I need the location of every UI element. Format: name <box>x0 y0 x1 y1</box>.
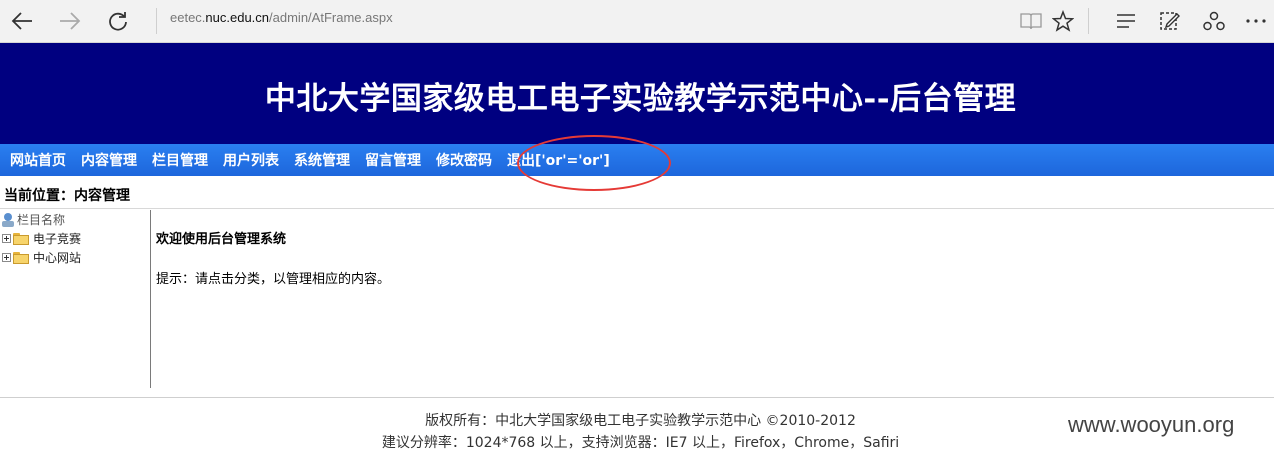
address-host: nuc.edu.cn <box>205 10 270 25</box>
welcome-heading: 欢迎使用后台管理系统 <box>156 232 287 247</box>
tree-item[interactable]: 中心网站 <box>2 248 81 267</box>
menu-content-management[interactable]: 内容管理 <box>81 150 137 170</box>
menu-message-management[interactable]: 留言管理 <box>365 150 421 170</box>
address-bar[interactable]: eetec.nuc.edu.cn/admin/AtFrame.aspx <box>170 10 393 25</box>
reading-view-icon[interactable] <box>1018 9 1044 33</box>
web-note-icon[interactable] <box>1157 9 1183 33</box>
menu-user-list[interactable]: 用户列表 <box>223 150 279 170</box>
toolbar-separator <box>1088 8 1089 34</box>
main-menu-bar: 网站首页 内容管理 栏目管理 用户列表 系统管理 留言管理 修改密码 退出['o… <box>0 144 1274 176</box>
folder-icon <box>13 232 29 245</box>
tree-item-label[interactable]: 电子竞赛 <box>33 230 81 247</box>
tree-item-label[interactable]: 中心网站 <box>33 249 81 266</box>
tree-item[interactable]: 电子竞赛 <box>2 229 81 248</box>
menu-column-management[interactable]: 栏目管理 <box>152 150 208 170</box>
tree-root-icon <box>2 212 14 227</box>
site-title: 中北大学国家级电工电子实验教学示范中心--后台管理 <box>264 81 1017 117</box>
menu-system-management[interactable]: 系统管理 <box>294 150 350 170</box>
menu-logout[interactable]: 退出['or'='or'] <box>507 150 610 170</box>
header-banner: 中北大学国家级电工电子实验教学示范中心--后台管理 <box>0 43 1274 144</box>
expand-plus-icon[interactable] <box>2 253 11 262</box>
column-tree: 栏目名称 电子竞赛 中心网站 <box>2 210 81 267</box>
toolbar-separator <box>156 8 157 34</box>
expand-plus-icon[interactable] <box>2 234 11 243</box>
tip-text: 提示：请点击分类，以管理相应的内容。 <box>156 272 391 287</box>
footer-divider <box>0 397 1274 398</box>
forward-arrow-icon[interactable] <box>57 9 83 33</box>
back-arrow-icon[interactable] <box>9 9 35 33</box>
browser-toolbar: eetec.nuc.edu.cn/admin/AtFrame.aspx <box>0 0 1274 43</box>
watermark: www.wooyun.org <box>1068 412 1235 437</box>
frame-divider <box>150 210 151 388</box>
address-path: /admin/AtFrame.aspx <box>269 10 393 25</box>
refresh-icon[interactable] <box>105 9 131 33</box>
tree-header: 栏目名称 <box>2 210 81 229</box>
folder-icon <box>13 251 29 264</box>
current-location: 当前位置：内容管理 <box>4 188 130 204</box>
address-prefix: eetec. <box>170 10 206 25</box>
location-divider <box>0 208 1274 209</box>
favorite-star-icon[interactable] <box>1050 9 1076 33</box>
share-icon[interactable] <box>1201 9 1227 33</box>
menu-change-password[interactable]: 修改密码 <box>436 150 492 170</box>
tree-header-label: 栏目名称 <box>17 213 66 227</box>
hub-icon[interactable] <box>1113 9 1139 33</box>
menu-home[interactable]: 网站首页 <box>10 150 66 170</box>
main-content: 欢迎使用后台管理系统 提示：请点击分类，以管理相应的内容。 <box>156 228 390 287</box>
more-options-icon[interactable] <box>1243 9 1269 33</box>
